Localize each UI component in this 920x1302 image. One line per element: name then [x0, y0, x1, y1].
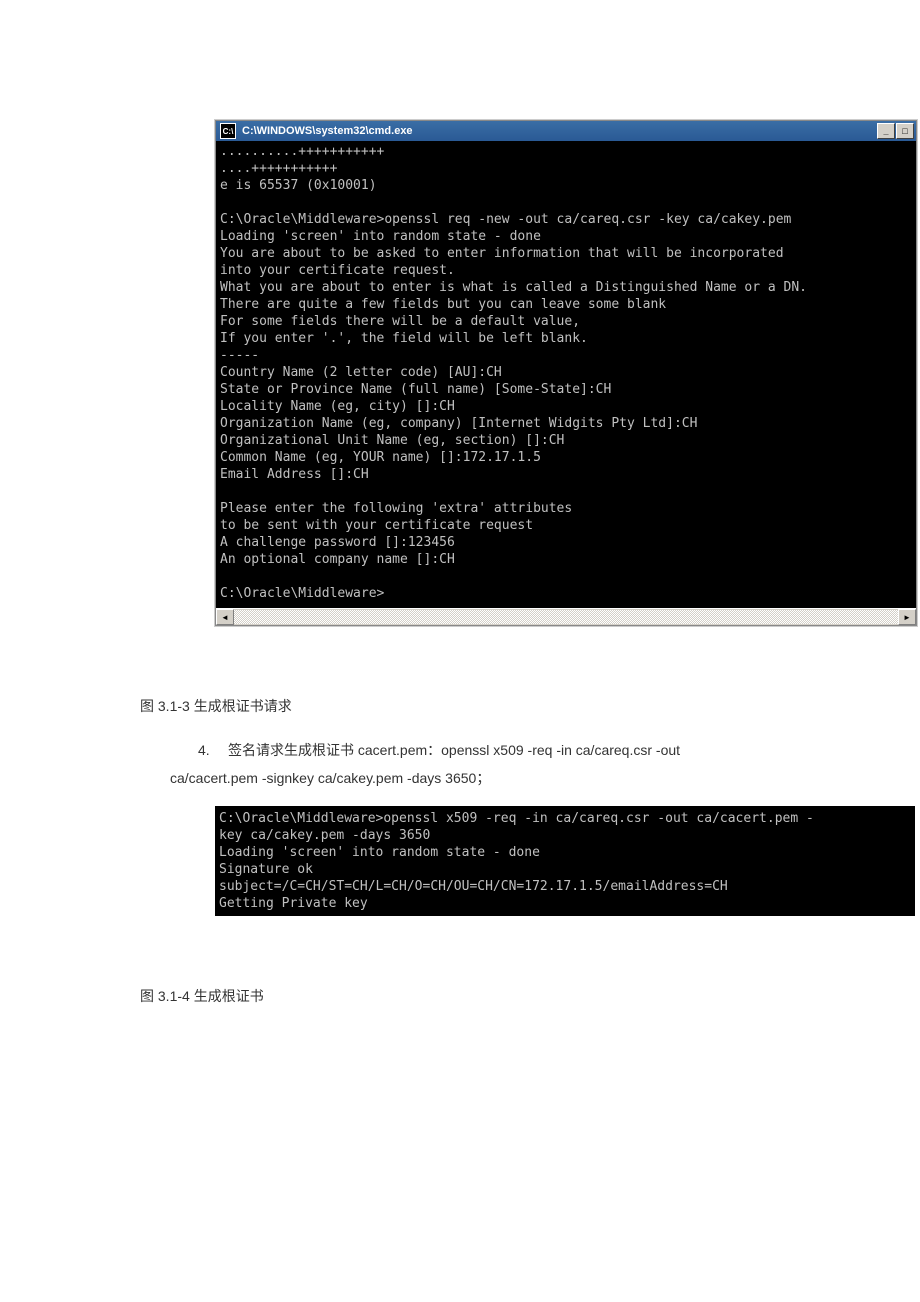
terminal-output-1: ..........+++++++++++ ....+++++++++++ e …: [216, 141, 916, 608]
window-title-bar: C:\ C:\WINDOWS\system32\cmd.exe _ □: [216, 121, 916, 141]
scroll-left-button[interactable]: ◄: [216, 609, 234, 625]
cmd-window-1: C:\ C:\WINDOWS\system32\cmd.exe _ □ ....…: [215, 120, 917, 626]
cmd-icon: C:\: [220, 123, 236, 139]
minimize-button[interactable]: _: [877, 123, 895, 139]
window-controls: _ □: [876, 123, 914, 139]
window-title: C:\WINDOWS\system32\cmd.exe: [240, 125, 876, 137]
horizontal-scrollbar[interactable]: ◄ ►: [216, 608, 916, 625]
terminal-output-2: C:\Oracle\Middleware>openssl x509 -req -…: [215, 806, 915, 916]
maximize-button[interactable]: □: [896, 123, 914, 139]
cmd-window-2: C:\Oracle\Middleware>openssl x509 -req -…: [215, 806, 915, 916]
step-4-line-2: ca/cacert.pem -signkey ca/cakey.pem -day…: [170, 770, 490, 786]
step-4-text: 4.签名请求生成根证书 cacert.pem：openssl x509 -req…: [170, 736, 820, 792]
list-number: 4.: [198, 736, 228, 764]
figure-caption-1: 图 3.1-3 生成根证书请求: [140, 696, 920, 716]
scroll-right-button[interactable]: ►: [898, 609, 916, 625]
figure-caption-2: 图 3.1-4 生成根证书: [140, 986, 920, 1006]
scroll-track[interactable]: [234, 610, 898, 624]
step-4-line-1: 签名请求生成根证书 cacert.pem：openssl x509 -req -…: [228, 742, 680, 758]
document-page: C:\ C:\WINDOWS\system32\cmd.exe _ □ ....…: [0, 120, 920, 1066]
